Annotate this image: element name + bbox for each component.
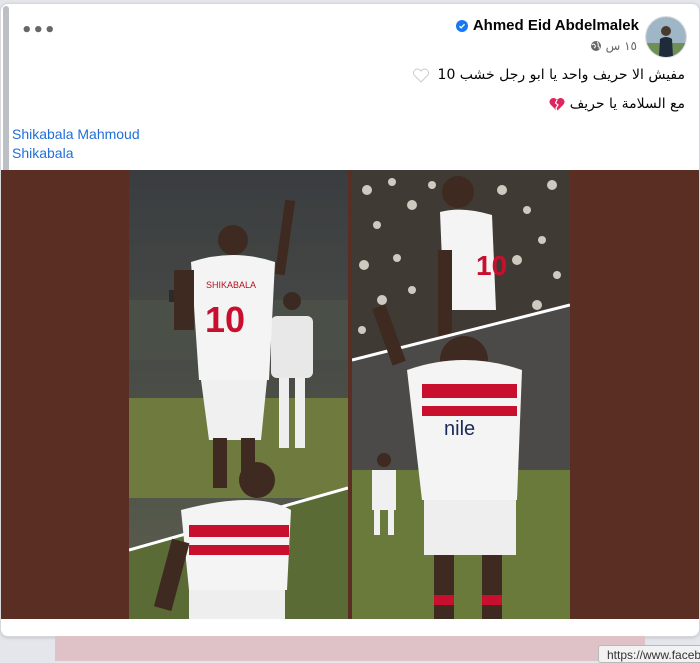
globe-icon <box>590 41 601 51</box>
white-heart-icon <box>413 68 430 83</box>
post-text-line-2-content: مع السلامة يا حريف <box>569 96 685 112</box>
scrollbar-thumb[interactable] <box>3 6 9 192</box>
next-post-preview <box>55 636 645 661</box>
jersey-number-right: 10 <box>476 250 507 281</box>
status-bar-url: https://www.faceb <box>598 645 700 663</box>
photo-left[interactable]: SHIKABALA 10 <box>129 170 348 619</box>
tag-link-shikabala[interactable]: Shikabala <box>12 144 140 163</box>
author-name[interactable]: Ahmed Eid Abdelmalek <box>473 17 639 34</box>
post-text-line-2: مع السلامة يا حريف <box>545 96 685 112</box>
jersey-number-left: 10 <box>205 299 245 340</box>
post-media[interactable]: SHIKABALA 10 10 nile <box>1 170 699 619</box>
jersey-name-left: SHIKABALA <box>206 280 256 290</box>
tag-link-shikabala-mahmoud[interactable]: Shikabala Mahmoud <box>12 125 140 144</box>
author-name-row[interactable]: Ahmed Eid Abdelmalek <box>455 17 639 34</box>
post-text-line-1: مفيش الا حريف واحد يا ابو رجل خشب 10 <box>413 67 685 83</box>
author-avatar[interactable] <box>645 16 687 58</box>
post-card: ••• Ahmed Eid Abdelmalek ١٥ س مفيش الا ح… <box>0 3 700 637</box>
post-meta: ١٥ س <box>590 39 637 53</box>
verified-badge-icon <box>455 19 468 32</box>
sponsor-logo-right: nile <box>444 418 475 440</box>
more-options-icon[interactable]: ••• <box>21 22 56 40</box>
broken-heart-icon <box>549 97 565 111</box>
tagged-people: Shikabala Mahmoud Shikabala <box>12 125 140 163</box>
post-time[interactable]: ١٥ س <box>606 39 637 53</box>
post-text-line-1-content: مفيش الا حريف واحد يا ابو رجل خشب 10 <box>437 67 685 83</box>
photo-right[interactable]: 10 nile <box>352 170 570 619</box>
